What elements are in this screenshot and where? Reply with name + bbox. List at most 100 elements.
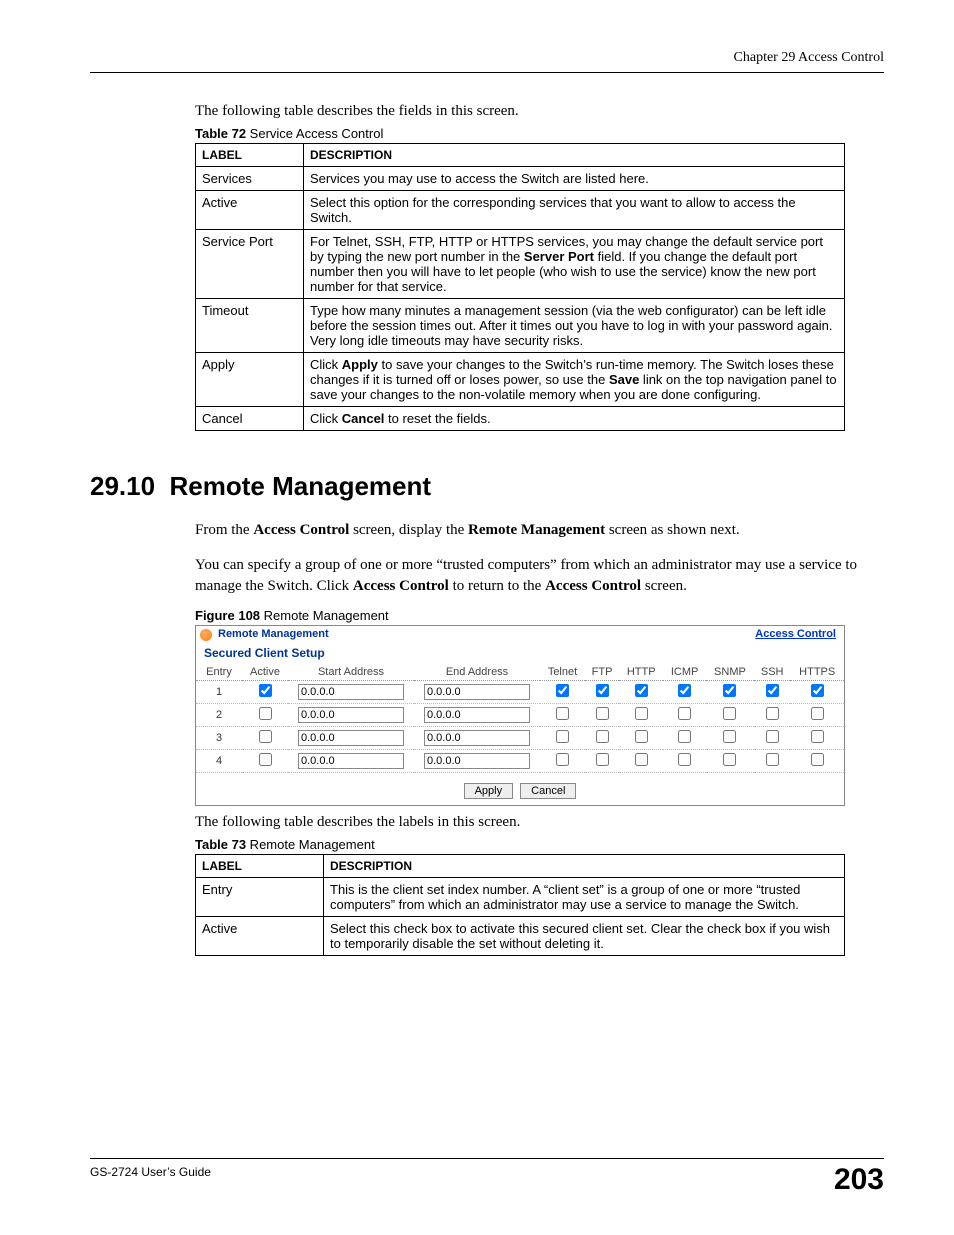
table73-caption-title: Remote Management [246,837,375,852]
service-checkbox[interactable] [635,707,648,720]
end-address-input[interactable] [424,730,530,746]
figure108: Remote Management Access Control Secured… [195,625,845,806]
section-title: Remote Management [170,471,432,501]
footer-page-number: 203 [834,1165,884,1195]
cell-desc: For Telnet, SSH, FTP, HTTP or HTTPS serv… [304,230,845,299]
chapter-title: Chapter 29 Access Control [734,50,884,65]
table72-col-desc: DESCRIPTION [304,144,845,167]
col-end: End Address [414,664,540,681]
service-checkbox[interactable] [596,707,609,720]
service-checkbox[interactable] [723,707,736,720]
table-row: Active Select this option for the corres… [196,191,845,230]
service-checkbox[interactable] [723,753,736,766]
page-footer: GS-2724 User’s Guide 203 [90,1158,884,1195]
table72: LABEL DESCRIPTION Services Services you … [195,143,845,431]
table-row: Cancel Click Cancel to reset the fields. [196,407,845,431]
end-address-input[interactable] [424,707,530,723]
col-http: HTTP [619,664,663,681]
service-checkbox[interactable] [596,753,609,766]
start-address-input[interactable] [298,684,404,700]
table73: LABEL DESCRIPTION Entry This is the clie… [195,854,845,956]
active-checkbox[interactable] [259,753,272,766]
page-header: Chapter 29 Access Control [90,50,884,73]
figure-row: 4 [196,749,844,772]
service-checkbox[interactable] [556,730,569,743]
service-checkbox[interactable] [596,684,609,697]
cell-desc: Click Apply to save your changes to the … [304,353,845,407]
col-ftp: FTP [585,664,619,681]
service-checkbox[interactable] [556,684,569,697]
service-checkbox[interactable] [723,684,736,697]
service-checkbox[interactable] [556,707,569,720]
col-ssh: SSH [754,664,790,681]
paragraph-1: From the Access Control screen, display … [195,520,884,540]
col-start: Start Address [288,664,414,681]
intro-text-2: The following table describes the labels… [195,814,884,831]
cell-label: Active [196,191,304,230]
service-checkbox[interactable] [635,753,648,766]
table-row: Timeout Type how many minutes a manageme… [196,299,845,353]
start-address-input[interactable] [298,753,404,769]
service-checkbox[interactable] [811,730,824,743]
table-row: Apply Click Apply to save your changes t… [196,353,845,407]
service-checkbox[interactable] [678,753,691,766]
cancel-button[interactable]: Cancel [520,783,576,799]
table73-col-label: LABEL [196,854,324,877]
service-checkbox[interactable] [678,730,691,743]
access-control-link[interactable]: Access Control [755,628,836,640]
figure108-caption-num: Figure 108 [195,608,260,623]
table72-col-label: LABEL [196,144,304,167]
service-checkbox[interactable] [635,730,648,743]
service-checkbox[interactable] [766,684,779,697]
start-address-input[interactable] [298,707,404,723]
figure-row: 2 [196,703,844,726]
service-checkbox[interactable] [678,684,691,697]
table-row: Service Port For Telnet, SSH, FTP, HTTP … [196,230,845,299]
section-number: 29.10 [90,471,155,501]
service-checkbox[interactable] [596,730,609,743]
figure-tab: Remote Management [196,626,335,642]
table73-col-desc: DESCRIPTION [324,854,845,877]
cell-label: Service Port [196,230,304,299]
service-checkbox[interactable] [766,707,779,720]
table-row: Services Services you may use to access … [196,167,845,191]
service-checkbox[interactable] [556,753,569,766]
start-address-input[interactable] [298,730,404,746]
cell-desc: Click Cancel to reset the fields. [304,407,845,431]
cell-desc: Services you may use to access the Switc… [304,167,845,191]
service-checkbox[interactable] [723,730,736,743]
cell-desc: Type how many minutes a management sessi… [304,299,845,353]
entry-number: 4 [196,749,242,772]
service-checkbox[interactable] [811,753,824,766]
service-checkbox[interactable] [811,684,824,697]
end-address-input[interactable] [424,753,530,769]
col-https: HTTPS [790,664,844,681]
active-checkbox[interactable] [259,707,272,720]
apply-button[interactable]: Apply [464,783,514,799]
cell-label: Apply [196,353,304,407]
col-snmp: SNMP [706,664,754,681]
service-checkbox[interactable] [766,730,779,743]
figure-subtitle: Secured Client Setup [196,644,844,664]
table72-caption-title: Service Access Control [246,126,383,141]
end-address-input[interactable] [424,684,530,700]
service-checkbox[interactable] [766,753,779,766]
footer-guide: GS-2724 User’s Guide [90,1165,211,1179]
active-checkbox[interactable] [259,730,272,743]
section-heading: 29.10 Remote Management [90,471,884,502]
col-telnet: Telnet [540,664,585,681]
service-checkbox[interactable] [678,707,691,720]
table73-caption-num: Table 73 [195,837,246,852]
col-entry: Entry [196,664,242,681]
tab-dot-icon [200,629,212,641]
figure-header: Remote Management Access Control [196,626,844,644]
active-checkbox[interactable] [259,684,272,697]
cell-label: Services [196,167,304,191]
cell-desc: This is the client set index number. A “… [324,877,845,916]
service-checkbox[interactable] [635,684,648,697]
paragraph-2: You can specify a group of one or more “… [195,555,884,596]
cell-label: Timeout [196,299,304,353]
service-checkbox[interactable] [811,707,824,720]
cell-label: Entry [196,877,324,916]
figure108-caption-title: Remote Management [260,608,389,623]
